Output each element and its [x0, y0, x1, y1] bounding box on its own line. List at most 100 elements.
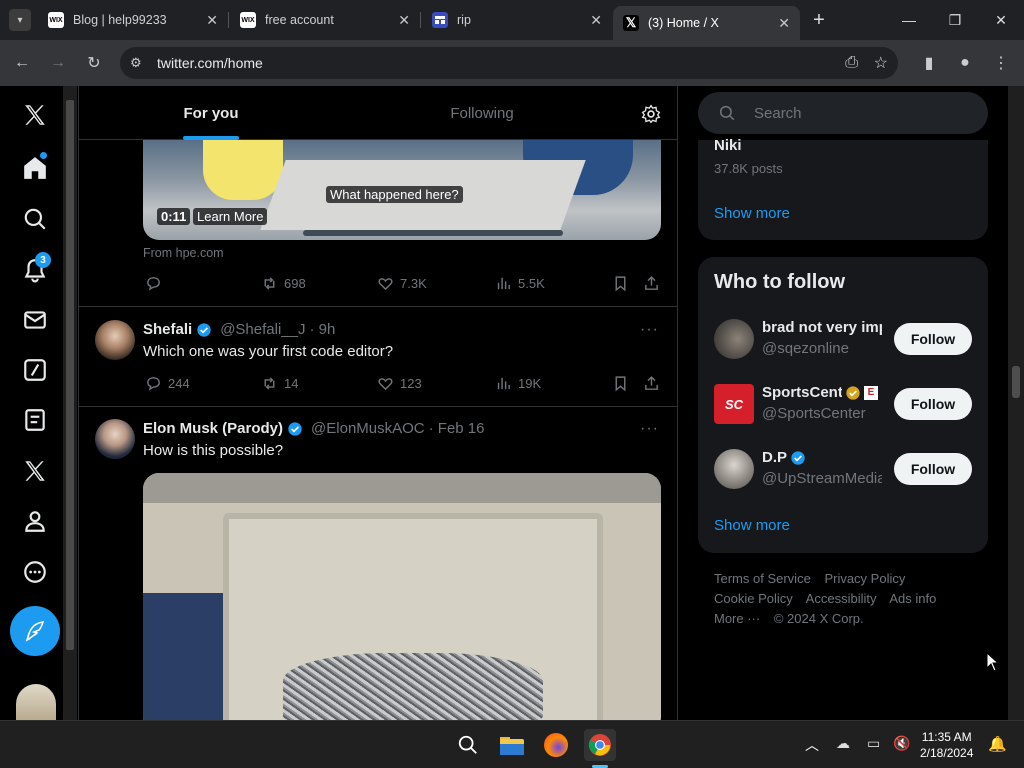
restore-icon[interactable]: ❐	[932, 0, 978, 40]
network-icon[interactable]: ▭	[867, 735, 880, 752]
author-name[interactable]: Elon Musk (Parody)	[143, 420, 283, 437]
follow-name[interactable]: D.P	[762, 449, 787, 466]
feed-settings-gear-icon[interactable]	[641, 104, 661, 129]
close-tab-icon[interactable]: ✕	[778, 15, 790, 32]
reload-icon[interactable]: ↻	[79, 48, 109, 78]
terms-link[interactable]: Terms of Service	[714, 571, 811, 586]
search-input[interactable]: Search	[698, 92, 988, 134]
privacy-link[interactable]: Privacy Policy	[824, 571, 905, 586]
chrome-icon[interactable]	[584, 729, 616, 761]
close-tab-icon[interactable]: ✕	[398, 12, 410, 29]
more-link[interactable]: More ···	[714, 611, 760, 626]
author-handle[interactable]: @ElonMuskAOC	[311, 420, 425, 437]
shefali-avatar[interactable]	[95, 320, 135, 360]
page-scrollbar[interactable]	[1008, 86, 1024, 720]
tweet-more-icon[interactable]: ···	[640, 321, 659, 339]
back-icon[interactable]: ←	[7, 48, 37, 78]
promoted-video[interactable]: What happened here? 0:11 Learn More	[143, 140, 661, 240]
follow-handle[interactable]: @UpStreamMedia	[762, 470, 882, 487]
show-hidden-icons-chevron-icon[interactable]: ︿	[805, 735, 819, 755]
reply-button[interactable]: 244	[145, 375, 190, 392]
left-scrollbar[interactable]	[63, 86, 77, 720]
home-icon[interactable]	[14, 147, 56, 189]
follow-button[interactable]: Follow	[894, 323, 972, 355]
onedrive-cloud-icon[interactable]: ☁	[836, 735, 850, 752]
share-button[interactable]	[643, 375, 660, 392]
share-button[interactable]	[643, 275, 660, 292]
account-avatar[interactable]	[16, 684, 56, 720]
bookmark-button[interactable]	[612, 275, 629, 292]
author-name[interactable]: Shefali	[143, 321, 192, 338]
follow-name-row[interactable]: D.P	[762, 449, 882, 466]
tab-following[interactable]: Following	[352, 86, 612, 140]
address-bar[interactable]: ⚙ twitter.com/home ⎙ ☆	[120, 47, 898, 79]
cookie-link[interactable]: Cookie Policy	[714, 591, 793, 606]
tweet-more-icon[interactable]: ···	[640, 420, 659, 438]
url-text[interactable]: twitter.com/home	[157, 55, 263, 71]
forward-icon[interactable]: →	[43, 48, 73, 78]
author-handle[interactable]: @Shefali__J	[220, 321, 305, 338]
grok-slash-icon[interactable]	[14, 349, 56, 391]
tab-search-button[interactable]: ▾	[9, 9, 31, 31]
follow-name-row[interactable]: SportsCenter E	[762, 384, 882, 401]
premium-x-icon[interactable]	[14, 450, 56, 492]
follow-handle[interactable]: @SportsCenter	[762, 405, 882, 422]
messages-envelope-icon[interactable]	[14, 299, 56, 341]
close-tab-icon[interactable]: ✕	[590, 12, 602, 29]
browser-menu-icon[interactable]: ⋮	[986, 48, 1016, 78]
taskbar-search-icon[interactable]	[452, 729, 484, 761]
close-tab-icon[interactable]: ✕	[206, 12, 218, 29]
tweet-author[interactable]: Elon Musk (Parody) @ElonMuskAOC · Feb 16	[143, 420, 485, 437]
notification-bell-icon[interactable]: 🔔	[988, 735, 1007, 753]
like-button[interactable]: 123	[377, 375, 422, 392]
retweet-button[interactable]: 698	[261, 275, 306, 292]
explore-search-icon[interactable]	[14, 198, 56, 240]
more-circle-icon[interactable]	[14, 551, 56, 593]
browser-tab-rip[interactable]: rip ✕	[422, 4, 612, 36]
profile-icon[interactable]: ●	[950, 48, 980, 78]
follow-name[interactable]: brad not very imp	[762, 319, 882, 336]
browser-tab-x-home[interactable]: 𝕏 (3) Home / X ✕	[613, 6, 800, 40]
close-window-icon[interactable]: ✕	[978, 0, 1024, 40]
side-panel-icon[interactable]: ▮	[914, 48, 944, 78]
ads-info-link[interactable]: Ads info	[889, 591, 936, 606]
tweet-time[interactable]: · Feb 16	[429, 420, 485, 437]
volume-muted-icon[interactable]: 🔇	[893, 735, 910, 752]
browser-tab-free-account[interactable]: WIX free account ✕	[230, 4, 420, 36]
tweet-author[interactable]: Shefali @Shefali__J · 9h	[143, 321, 335, 338]
site-info-icon[interactable]: ⚙	[130, 55, 142, 71]
browser-tab-blog[interactable]: WIX Blog | help99233 ✕	[38, 4, 228, 36]
lists-icon[interactable]	[14, 399, 56, 441]
trend-name[interactable]: Niki	[714, 137, 742, 154]
views-button[interactable]: 19K	[495, 375, 541, 392]
like-button[interactable]: 7.3K	[377, 275, 427, 292]
tweet-time[interactable]: · 9h	[309, 321, 335, 338]
learn-more-button[interactable]: Learn More	[193, 208, 268, 225]
install-app-icon[interactable]: ⎙	[845, 54, 858, 72]
elon-parody-avatar[interactable]	[95, 419, 135, 459]
views-button[interactable]: 5.5K	[495, 275, 545, 292]
show-more-follow-link[interactable]: Show more	[714, 517, 790, 534]
compose-post-button[interactable]	[10, 606, 60, 656]
retweet-button[interactable]: 14	[261, 375, 298, 392]
follow-handle[interactable]: @sqezonline	[762, 340, 882, 357]
file-explorer-icon[interactable]	[496, 729, 528, 761]
taskbar-clock[interactable]: 11:35 AM 2/18/2024	[920, 729, 973, 761]
profile-person-icon[interactable]	[14, 500, 56, 542]
accessibility-link[interactable]: Accessibility	[806, 591, 877, 606]
promoted-source[interactable]: From hpe.com	[143, 246, 224, 260]
tweet-image[interactable]	[143, 473, 661, 720]
sportscenter-logo[interactable]: SC	[714, 384, 754, 424]
tab-for-you[interactable]: For you	[81, 86, 341, 140]
follow-button[interactable]: Follow	[894, 388, 972, 420]
firefox-icon[interactable]	[540, 729, 572, 761]
minimize-icon[interactable]: —	[886, 0, 932, 40]
reply-button[interactable]	[145, 275, 162, 292]
bookmark-button[interactable]	[612, 375, 629, 392]
follow-name[interactable]: SportsCenter	[762, 384, 842, 401]
show-more-trends-link[interactable]: Show more	[714, 205, 790, 222]
follow-button[interactable]: Follow	[894, 453, 972, 485]
bookmark-star-icon[interactable]: ☆	[874, 53, 888, 73]
x-logo-icon[interactable]	[14, 94, 56, 136]
new-tab-icon[interactable]: +	[800, 0, 838, 40]
